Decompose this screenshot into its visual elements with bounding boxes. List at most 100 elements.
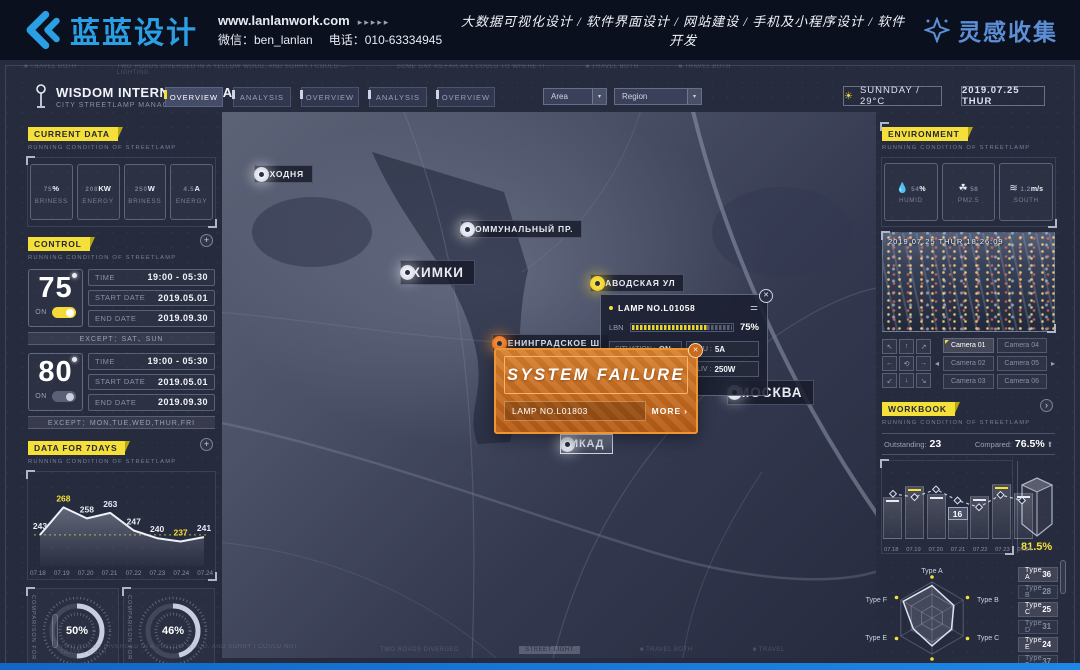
scroll-handle[interactable] (1060, 560, 1066, 594)
more-button[interactable]: MORE› (652, 406, 688, 416)
gauge-value: 46% (137, 595, 209, 667)
schedule-toggle[interactable] (52, 307, 76, 318)
pan-down-right-button[interactable]: ↘ (916, 373, 931, 388)
camera-01-button[interactable]: Camera 01 (943, 338, 993, 353)
tab-overview-3[interactable]: OVERVIEW (437, 87, 495, 107)
svg-text:Type A: Type A (921, 568, 943, 575)
tab-analysis-1[interactable]: ANALYSIS (233, 87, 291, 107)
brightness-level-box: 80 ON (28, 353, 83, 411)
control-section: CONTROL + RUNNING CONDITION OF STREETLAM… (28, 234, 215, 429)
svg-text:Type C: Type C (977, 635, 999, 642)
pan-up-left-button[interactable]: ↖ (882, 339, 897, 354)
map-label-zavodskaya[interactable]: ЗАВОДСКАЯ УЛ (590, 274, 684, 292)
pan-up-right-button[interactable]: ↗ (916, 339, 931, 354)
tab-overview-2[interactable]: OVERVIEW (301, 87, 359, 107)
prev-cameras-icon[interactable]: ◂ (935, 359, 939, 368)
add-schedule-button[interactable]: + (200, 234, 213, 247)
tab-analysis-2[interactable]: ANALYSIS (369, 87, 427, 107)
region-select[interactable]: Region ▾ (614, 88, 702, 105)
section-title-chip: CURRENT DATA (28, 127, 118, 141)
chevron-down-icon: ▾ (687, 89, 701, 104)
brand-logo[interactable]: 蓝蓝设计 (22, 8, 198, 52)
start-date-row[interactable]: START DATE2019.05.01 (88, 374, 215, 391)
dashboard: ■ TRAVEL BOTH TWO ROADS DIVERGED IN A YE… (0, 60, 1080, 670)
lamp-pin-icon[interactable] (254, 167, 269, 182)
lbn-label: LBN (609, 323, 624, 332)
area-select[interactable]: Area ▾ (543, 88, 607, 105)
stat-energy-kw: 208KW ENERGY (77, 164, 120, 220)
city-map[interactable]: СХОДНЯ КОММУНАЛЬНЫЙ ПР. ХИМКИ ЗАВОДСКАЯ … (222, 112, 876, 658)
type-row-a[interactable]: Type A36 (1018, 567, 1058, 582)
deco-item: ■ TRAVEL BOTH (586, 64, 639, 70)
brand-phone: 电话：010-63334945 (329, 33, 442, 47)
pan-right-button[interactable]: → (916, 356, 931, 371)
section-title-chip: DATA FOR 7DAYS (28, 441, 125, 455)
workbook-section: WORKBOOK › RUNNING CONDITION OF STREETLA… (882, 399, 1055, 553)
camera-02-button[interactable]: Camera 02 (943, 356, 993, 371)
schedule-toggle[interactable] (52, 391, 76, 402)
camera-03-button[interactable]: Camera 03 (943, 374, 993, 389)
street-light-chip: STREET LIGHT (519, 646, 580, 654)
camera-feed[interactable]: 2019.07.25 THUR 18:26:09 (882, 232, 1055, 332)
tab-overview-1[interactable]: OVERVIEW (165, 87, 223, 107)
type-row-d[interactable]: Type D31 (1018, 620, 1058, 635)
section-subtitle: RUNNING CONDITION OF STREETLAMP (28, 459, 215, 465)
wind-icon: ≋ (1009, 183, 1018, 194)
inspiration-collect[interactable]: 灵感收集 (924, 13, 1058, 47)
expand-chart-button[interactable]: + (200, 438, 213, 451)
svg-text:263: 263 (103, 499, 117, 509)
outstanding-value: 23 (930, 438, 942, 450)
weather-widget: ☀ SUNNDAY / 29°C (843, 86, 942, 106)
start-date-row[interactable]: START DATE2019.05.01 (88, 290, 215, 307)
type-row-c[interactable]: Type C25 (1018, 602, 1058, 617)
settings-sliders-icon[interactable]: ⚌ (750, 302, 759, 313)
brand-website[interactable]: www.lanlanwork.com (218, 13, 350, 28)
map-label-kommunalny[interactable]: КОММУНАЛЬНЫЙ ПР. (460, 220, 582, 238)
deco-item: ■ TRAVEL BOTH (678, 64, 731, 70)
stat-wind: ≋1.2m/s SOUTH (999, 163, 1053, 221)
pan-down-button[interactable]: ↓ (899, 373, 914, 388)
scroll-handle[interactable] (52, 614, 58, 648)
schedule-block-1: 75 ON TIME19:00 - 05:30 START DATE2019.0… (28, 269, 215, 327)
map-label-khimki[interactable]: ХИМКИ (400, 260, 475, 285)
next-cameras-icon[interactable]: ▸ (1051, 359, 1055, 368)
close-icon[interactable]: ✕ (759, 289, 773, 303)
brightness-bar[interactable] (630, 323, 734, 332)
system-failure-popup: ✕ SYSTEM FAILURE LAMP NO.L01803 MORE› (494, 348, 698, 434)
end-date-row[interactable]: END DATE2019.09.30 (88, 394, 215, 411)
pan-down-left-button[interactable]: ↙ (882, 373, 897, 388)
stat-briness-percent: 75% BRINESS (30, 164, 73, 220)
lamp-pin-icon[interactable] (400, 265, 415, 280)
section-subtitle: RUNNING CONDITION OF STREETLAMP (28, 145, 215, 151)
gauge-label: COMPARISON FOR (30, 595, 36, 660)
chevron-down-icon: ▾ (592, 89, 606, 104)
lamp-pin-icon[interactable] (590, 276, 605, 291)
collect-label: 灵感收集 (958, 13, 1058, 47)
deco-text-bottom: TWO ROADS DIVERGED IN A YELLOW WOOD, AND… (60, 644, 1056, 656)
pan-left-button[interactable]: ← (882, 356, 897, 371)
map-label-mkad[interactable]: МКАД (560, 434, 613, 454)
brand-contact: www.lanlanwork.com▸▸▸▸▸ 微信：ben_lanlan电话：… (218, 13, 442, 48)
workbook-more-button[interactable]: › (1040, 399, 1053, 412)
comparison-gauge-2: COMPARISON FOR 46% (124, 589, 214, 670)
reset-view-button[interactable]: ⟲ (899, 356, 914, 371)
deco-item: ■ TRAVEL (753, 647, 785, 653)
close-icon[interactable]: ✕ (688, 343, 703, 358)
bar-tooltip: 16 (948, 507, 968, 520)
svg-text:237: 237 (173, 528, 187, 538)
pan-up-button[interactable]: ↑ (899, 339, 914, 354)
time-row[interactable]: TIME19:00 - 05:30 (88, 269, 215, 286)
time-row[interactable]: TIME19:00 - 05:30 (88, 353, 215, 370)
svg-text:Type F: Type F (866, 597, 887, 604)
lamp-pin-icon[interactable] (460, 222, 475, 237)
end-date-row[interactable]: END DATE2019.09.30 (88, 310, 215, 327)
screen: 蓝蓝设计 www.lanlanwork.com▸▸▸▸▸ 微信：ben_lanl… (0, 0, 1080, 670)
type-row-b[interactable]: Type B28 (1018, 585, 1058, 600)
map-label-skhodnya[interactable]: СХОДНЯ (254, 165, 313, 183)
camera-06-button[interactable]: Camera 06 (997, 374, 1047, 389)
sparkle-icon (924, 17, 950, 43)
lamp-pin-icon[interactable] (560, 437, 575, 452)
camera-04-button[interactable]: Camera 04 (997, 338, 1047, 353)
camera-05-button[interactable]: Camera 05 (997, 356, 1047, 371)
arrows-icon: ▸▸▸▸▸ (358, 17, 391, 27)
